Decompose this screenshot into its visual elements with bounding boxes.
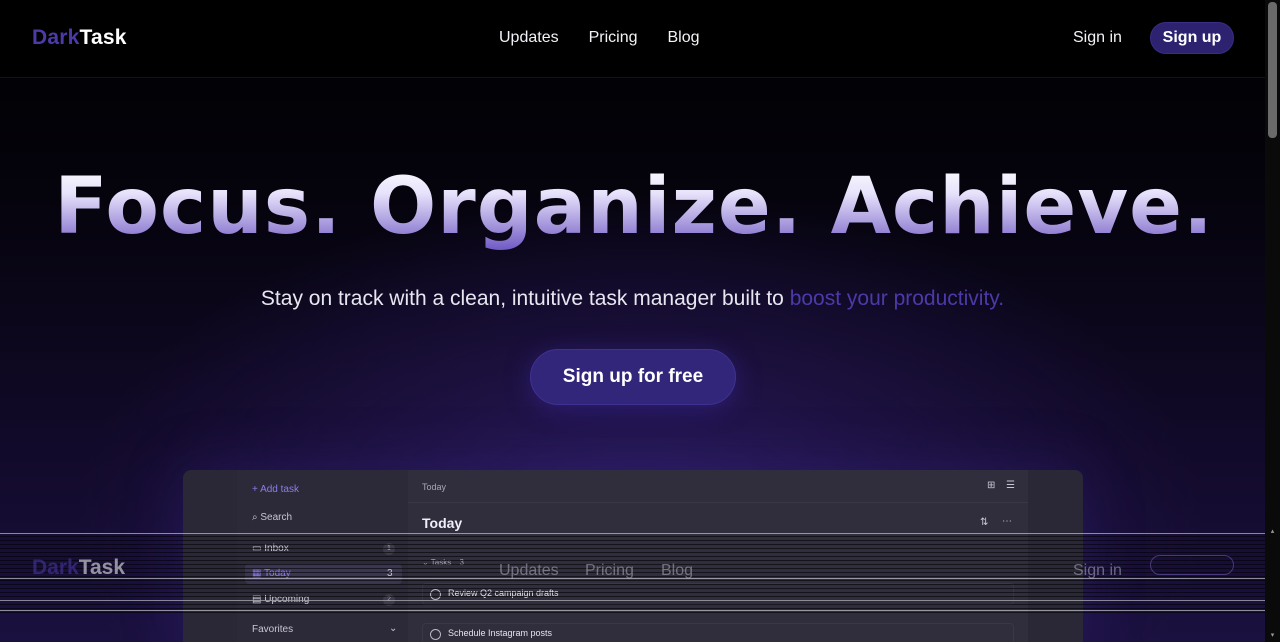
preview-upcoming-count: 2 — [383, 594, 395, 606]
sign-in-link[interactable]: Sign in — [1073, 29, 1122, 47]
preview-page-title: Today — [422, 515, 463, 531]
app-preview: + Add task ⌕ Search ▭ Inbox 1 ▦ Today 3 … — [183, 470, 1083, 642]
chevron-down-icon: ⌄ — [389, 623, 398, 634]
nav-link-pricing[interactable]: Pricing — [589, 29, 638, 47]
preview-task-row: Review Q2 campaign drafts — [422, 583, 1014, 605]
top-nav: DarkTask Updates Pricing Blog Sign in Si… — [0, 0, 1265, 78]
inbox-icon: ▭ — [252, 543, 265, 554]
preview-today: ▦ Today — [252, 568, 291, 579]
sort-icon: ⇅ — [980, 517, 989, 528]
chevron-icon: ⌄ — [422, 558, 431, 567]
page-scrollbar[interactable]: ▴ ▾ — [1265, 0, 1280, 642]
preview-search: ⌕ Search — [252, 512, 292, 523]
sign-up-free-button[interactable]: Sign up for free — [530, 349, 736, 405]
calendar-icon: ▦ — [252, 568, 265, 579]
task-checkbox-icon — [430, 629, 441, 640]
preview-favorites: Favorites — [252, 624, 294, 635]
ghost-logo: DarkTask — [32, 556, 125, 580]
scroll-up-icon[interactable]: ▴ — [1269, 528, 1276, 535]
more-icon: ⋯ — [1002, 516, 1012, 527]
preview-section-label: Tasks — [430, 558, 452, 567]
preview-sidebar: + Add task ⌕ Search ▭ Inbox 1 ▦ Today 3 … — [237, 470, 408, 642]
ghost-sign-up — [1150, 555, 1234, 575]
preview-main: Today ⊞ ☰ Today ⇅ ⋯ ⌄ Tasks 3 Review Q2 … — [408, 470, 1028, 642]
preview-upcoming: ▤ Upcoming — [252, 594, 309, 605]
preview-today-count: 3 — [387, 568, 393, 579]
grid-view-icon: ⊞ — [987, 480, 996, 491]
preview-today-label: Today — [264, 568, 291, 579]
scrollbar-thumb[interactable] — [1268, 2, 1277, 138]
hero-subtitle: Stay on track with a clean, intuitive ta… — [0, 287, 1265, 311]
preview-section: ⌄ Tasks 3 — [422, 558, 464, 567]
nav-links: Updates Pricing Blog — [499, 29, 700, 47]
preview-inbox-label: Inbox — [264, 543, 289, 554]
ghost-logo-dark: Dark — [32, 556, 79, 579]
upcoming-icon: ▤ — [252, 594, 265, 605]
preview-add-task: + Add task — [252, 484, 299, 495]
hero-subtitle-main: Stay on track with a clean, intuitive ta… — [260, 287, 790, 310]
preview-task-label: Schedule Instagram posts — [448, 628, 553, 638]
preview-task-row: Schedule Instagram posts — [422, 623, 1014, 642]
nav-link-blog[interactable]: Blog — [668, 29, 700, 47]
preview-inbox-count: 1 — [383, 543, 395, 555]
list-view-icon: ☰ — [1006, 480, 1015, 491]
preview-upcoming-label: Upcoming — [264, 594, 310, 605]
logo[interactable]: DarkTask — [32, 26, 127, 50]
task-checkbox-icon — [430, 589, 441, 600]
hero-subtitle-accent: boost your productivity. — [789, 287, 1005, 310]
preview-task-label: Review Q2 campaign drafts — [448, 588, 559, 598]
scroll-down-icon[interactable]: ▾ — [1269, 632, 1276, 639]
preview-inbox: ▭ Inbox — [252, 543, 289, 554]
hero-title: Focus. Organize. Achieve. — [0, 162, 1268, 252]
nav-link-updates[interactable]: Updates — [499, 29, 559, 47]
logo-task: Task — [79, 26, 127, 49]
preview-search-label: Search — [260, 512, 293, 523]
preview-divider — [408, 502, 1028, 503]
preview-breadcrumb: Today — [422, 482, 447, 492]
logo-dark: Dark — [32, 26, 80, 49]
preview-section-count: 3 — [459, 558, 464, 567]
ghost-logo-task: Task — [78, 556, 126, 579]
sign-up-button[interactable]: Sign up — [1150, 22, 1234, 54]
